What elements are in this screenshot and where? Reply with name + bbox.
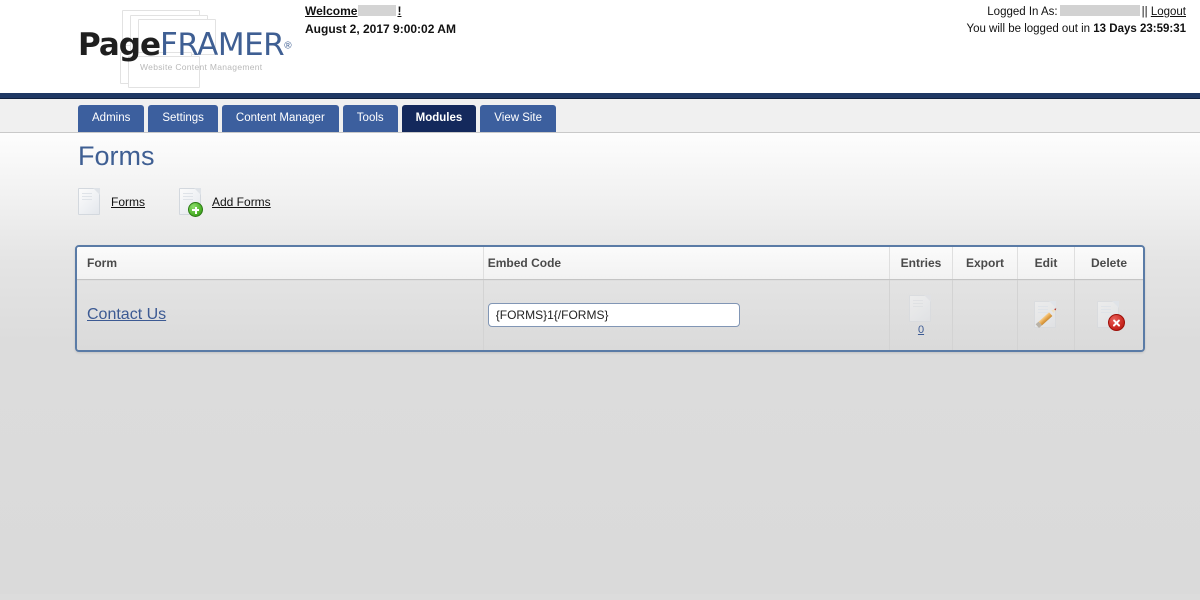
welcome-suffix: ! [397, 4, 402, 18]
welcome-label[interactable]: Welcome [305, 4, 357, 18]
tab-tools[interactable]: Tools [342, 105, 398, 132]
tab-admins[interactable]: Admins [78, 105, 145, 132]
content-area: Forms Forms Add Forms Form Embed Code En… [0, 133, 1200, 594]
forms-table-body: Contact Us 0 [77, 279, 1143, 350]
logo-tagline: Website Content Management [140, 62, 263, 72]
cell-form-name: Contact Us [77, 279, 484, 350]
action-add-forms-label: Add Forms [212, 195, 271, 209]
document-delete-icon [1097, 301, 1125, 331]
logo-text-page: Page [78, 27, 161, 63]
column-header-embed-code: Embed Code [482, 247, 890, 280]
server-datetime: August 2, 2017 9:00:02 AM [305, 22, 456, 36]
edit-button[interactable] [1022, 301, 1070, 329]
welcome-line: Welcome! [305, 2, 456, 20]
separator: || [1141, 6, 1148, 18]
session-timeout-line: You will be logged out in 13 Days 23:59:… [966, 21, 1186, 38]
tab-content-manager[interactable]: Content Manager [221, 105, 339, 132]
logged-in-line: Logged In As: || Logout [966, 4, 1186, 21]
column-header-entries: Entries [889, 247, 953, 280]
document-edit-icon [1034, 301, 1058, 329]
timeout-value: 13 Days 23:59:31 [1093, 23, 1186, 35]
entries-group: 0 [894, 294, 948, 336]
cell-edit [1017, 279, 1075, 350]
table-header-row: Form Embed Code Entries Export Edit Dele… [77, 247, 1143, 280]
action-forms-label: Forms [111, 195, 145, 209]
logo-text-framer: FRAMER [160, 27, 285, 63]
logo-registered-mark: ® [284, 40, 292, 52]
forms-table-container: Form Embed Code Entries Export Edit Dele… [75, 245, 1145, 352]
session-block: Logged In As: || Logout You will be logge… [966, 4, 1186, 38]
delete-button[interactable] [1079, 301, 1139, 331]
column-header-export: Export [952, 247, 1018, 280]
cell-entries: 0 [889, 279, 953, 350]
nav-tab-list: Admins Settings Content Manager Tools Mo… [78, 105, 557, 132]
logo-wordmark: PageFRAMER® [78, 27, 292, 63]
document-icon [78, 188, 102, 216]
forms-table: Form Embed Code Entries Export Edit Dele… [77, 247, 1143, 350]
document-add-icon [179, 188, 203, 217]
logo: PageFRAMER® Website Content Management [78, 4, 292, 90]
redacted-username [358, 5, 397, 16]
entries-document-icon [909, 294, 933, 323]
tab-settings[interactable]: Settings [148, 105, 218, 132]
form-name-link[interactable]: Contact Us [87, 306, 166, 323]
redacted-logged-in-user [1059, 5, 1140, 16]
logout-link[interactable]: Logout [1151, 6, 1186, 18]
cell-embed-code [482, 279, 890, 350]
forms-table-head: Form Embed Code Entries Export Edit Dele… [77, 247, 1143, 280]
cell-delete [1074, 279, 1143, 350]
column-header-form: Form [77, 247, 484, 280]
page-header: PageFRAMER® Website Content Management W… [0, 0, 1200, 93]
action-add-forms[interactable]: Add Forms [179, 188, 271, 217]
table-row: Contact Us 0 [77, 279, 1143, 350]
page-title: Forms [78, 141, 155, 171]
tab-modules[interactable]: Modules [401, 105, 477, 132]
logged-in-label: Logged In As: [987, 6, 1058, 18]
action-forms[interactable]: Forms [78, 188, 145, 216]
entries-count-link[interactable]: 0 [918, 324, 924, 336]
timeout-label: You will be logged out in [966, 23, 1091, 35]
welcome-block: Welcome! August 2, 2017 9:00:02 AM [305, 2, 456, 38]
main-navigation: Admins Settings Content Manager Tools Mo… [0, 99, 1200, 133]
tab-view-site[interactable]: View Site [480, 105, 557, 132]
embed-code-input[interactable] [487, 303, 740, 327]
cell-export [952, 279, 1018, 350]
action-link-bar: Forms Add Forms [78, 188, 271, 217]
column-header-edit: Edit [1017, 247, 1075, 280]
column-header-delete: Delete [1074, 247, 1143, 280]
